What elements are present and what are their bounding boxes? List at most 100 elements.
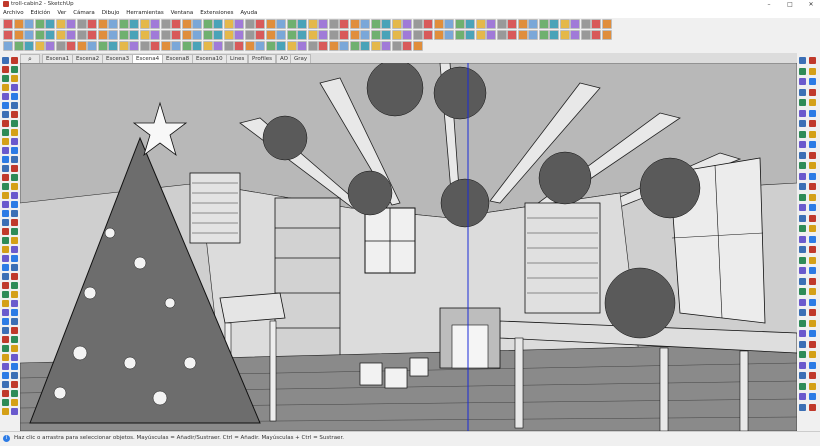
menu-ver[interactable]: Ver [57,9,66,18]
toolbar1-button-5[interactable] [45,19,55,29]
right-tool-55[interactable] [799,340,806,348]
toolbar1-button-21[interactable] [213,19,223,29]
left-tool-72[interactable] [11,372,18,379]
toolbar1-button-44[interactable] [454,19,465,29]
left-tool-56[interactable] [11,300,18,307]
toolbar2-button-56[interactable] [580,30,591,40]
toolbar1-button-8[interactable] [76,19,87,29]
toolbar2-button-38[interactable] [391,30,402,40]
left-tool-37[interactable] [2,219,9,226]
left-tool-62[interactable] [11,327,18,334]
toolbar1-button-49[interactable] [507,19,517,29]
toolbar2-button-26[interactable] [265,30,276,40]
toolbar2-button-33[interactable] [339,30,349,40]
toolbar1-button-32[interactable] [328,19,339,29]
toolbar3-button-32[interactable] [328,41,339,51]
toolbar2-button-36[interactable] [370,30,381,40]
left-tool-8[interactable] [11,84,18,91]
toolbar3-button-21[interactable] [213,41,223,51]
toolbar1-button-47[interactable] [486,19,496,29]
left-tool-39[interactable] [2,228,9,235]
toolbar3-button-16[interactable] [160,41,171,51]
right-tool-29[interactable] [799,204,806,211]
toolbar2-button-58[interactable] [601,30,612,40]
right-tool-37[interactable] [799,246,806,253]
left-tool-38[interactable] [11,219,18,226]
model-viewport[interactable] [20,63,797,431]
toolbar2-button-6[interactable] [55,30,66,40]
toolbar1-button-51[interactable] [528,19,538,29]
right-tool-38[interactable] [809,246,816,253]
right-tool-57[interactable] [799,351,806,358]
toolbar1-button-14[interactable] [139,19,150,29]
toolbar1-button-19[interactable] [192,19,202,29]
toolbar3-button-4[interactable] [34,41,45,51]
toolbar2-button-50[interactable] [517,30,528,40]
toolbar3-button-3[interactable] [24,41,34,51]
toolbar1-button-57[interactable] [591,19,601,29]
right-tool-25[interactable] [799,183,806,190]
left-tool-16[interactable] [11,120,18,127]
maximize-button[interactable]: □ [781,0,799,9]
toolbar2-button-43[interactable] [444,30,454,40]
right-tool-12[interactable] [809,109,816,117]
toolbar3-button-11[interactable] [108,41,118,51]
left-tool-80[interactable] [11,408,18,415]
left-tool-52[interactable] [11,282,18,289]
left-tool-51[interactable] [2,282,9,289]
right-tool-66[interactable] [809,393,816,400]
right-tool-41[interactable] [799,267,806,274]
right-tool-10[interactable] [809,99,816,106]
toolbar2-button-42[interactable] [433,30,444,40]
right-tool-58[interactable] [809,351,816,358]
toolbar1-button-53[interactable] [549,19,559,29]
toolbar2-button-21[interactable] [213,30,223,40]
left-tool-27[interactable] [2,174,9,181]
left-tool-14[interactable] [11,111,18,118]
left-tool-18[interactable] [11,129,18,136]
toolbar1-button-37[interactable] [381,19,391,29]
toolbar2-button-46[interactable] [475,30,486,40]
toolbar1-button-26[interactable] [265,19,276,29]
toolbar2-button-11[interactable] [108,30,118,40]
toolbar1-button-3[interactable] [24,19,34,29]
right-tool-34[interactable] [809,225,816,232]
toolbar3-button-14[interactable] [139,41,150,51]
toolbar1-button-52[interactable] [538,19,549,29]
toolbar2-button-9[interactable] [87,30,97,40]
tab-escena4[interactable]: Escena4 [132,54,164,63]
right-tool-48[interactable] [809,298,816,306]
left-tool-53[interactable] [2,291,9,298]
toolbar1-button-36[interactable] [370,19,381,29]
right-tool-45[interactable] [799,288,806,295]
left-tool-4[interactable] [11,66,18,73]
left-tool-31[interactable] [2,192,9,199]
left-tool-48[interactable] [11,264,18,271]
right-tool-32[interactable] [809,214,816,222]
toolbar1-button-24[interactable] [244,19,255,29]
toolbar1-button-1[interactable] [3,19,13,29]
toolbar3-button-19[interactable] [192,41,202,51]
right-tool-3[interactable] [799,67,806,75]
toolbar1-button-58[interactable] [601,19,612,29]
menu-extensiones[interactable]: Extensiones [200,9,233,18]
right-tool-67[interactable] [799,403,806,411]
toolbar1-button-25[interactable] [255,19,265,29]
toolbar1-button-11[interactable] [108,19,118,29]
right-tool-26[interactable] [809,183,816,190]
right-tool-16[interactable] [809,130,816,138]
toolbar3-button-24[interactable] [244,41,255,51]
right-tool-30[interactable] [809,204,816,211]
left-tool-34[interactable] [11,201,18,208]
left-tool-60[interactable] [11,318,18,325]
toolbar1-button-12[interactable] [118,19,129,29]
left-tool-76[interactable] [11,390,18,397]
right-tool-19[interactable] [799,151,806,159]
left-tool-44[interactable] [11,246,18,253]
right-tool-23[interactable] [799,172,806,180]
tab-gray[interactable]: Gray [290,54,312,63]
right-tool-40[interactable] [809,256,816,264]
left-tool-42[interactable] [11,237,18,244]
toolbar2-button-45[interactable] [465,30,475,40]
right-tool-36[interactable] [809,235,816,243]
